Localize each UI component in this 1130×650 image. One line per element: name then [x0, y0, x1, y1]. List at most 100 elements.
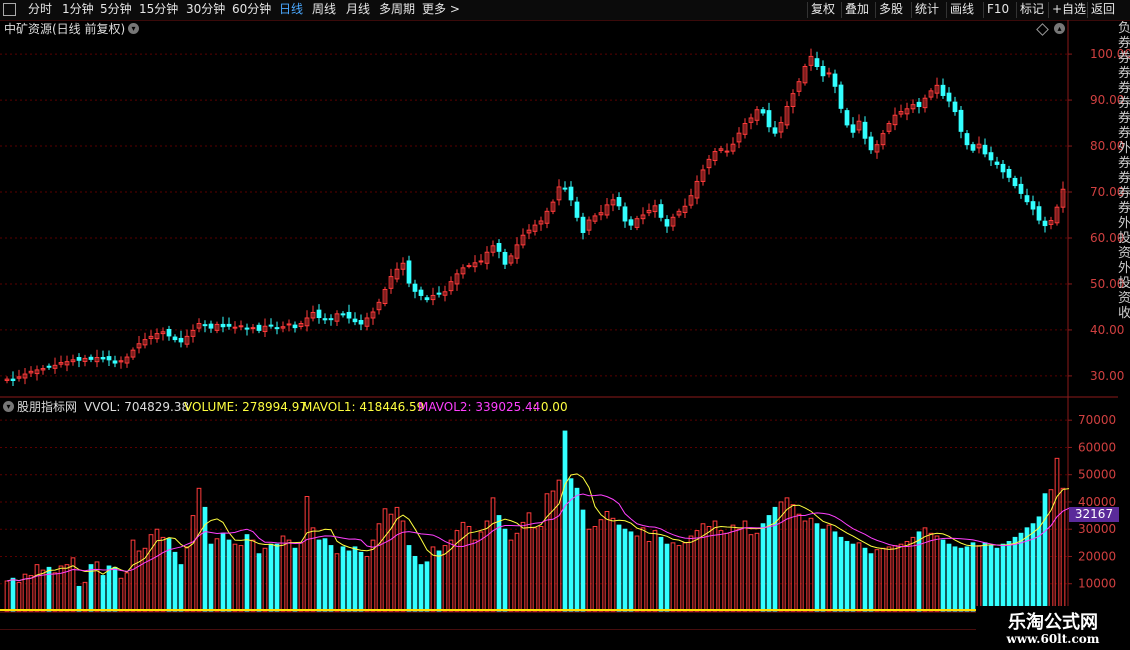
- candle-body: [418, 289, 424, 296]
- candle-body: [202, 324, 208, 327]
- volume-bar: [670, 542, 676, 612]
- candle-body: [10, 378, 16, 382]
- candle-body: [358, 320, 364, 325]
- volume-bar: [682, 542, 688, 612]
- volume-bar: [958, 547, 964, 612]
- volume-tick-label: 10000: [1078, 577, 1116, 591]
- volume-bar: [730, 524, 736, 612]
- candle-body: [982, 144, 988, 155]
- candle-body: [658, 204, 664, 218]
- volume-bar: [988, 545, 994, 612]
- volume-bar: [766, 515, 772, 612]
- candle-body: [850, 124, 856, 133]
- volume-bar: [706, 525, 712, 612]
- volume-bar: [574, 487, 580, 612]
- candle-body: [256, 324, 262, 331]
- strip-char: 资: [1118, 246, 1130, 261]
- candle-body: [1024, 195, 1030, 203]
- strip-char: 券: [1118, 36, 1130, 51]
- strip-char: 资: [1118, 291, 1130, 306]
- candle-body: [952, 101, 958, 113]
- volume-bar: [160, 536, 166, 612]
- candle-body: [268, 324, 274, 327]
- volume-bar: [16, 581, 22, 612]
- candle-body: [424, 297, 430, 301]
- candle-body: [244, 327, 250, 330]
- candle-body: [76, 357, 82, 361]
- strip-char: 券: [1118, 156, 1130, 171]
- volume-bar: [490, 497, 496, 612]
- volume-bar: [592, 525, 598, 612]
- strip-char: 券: [1118, 81, 1130, 96]
- price-chart[interactable]: 100.0090.0080.0070.0060.0050.0040.0030.0…: [0, 0, 1130, 630]
- candle-body: [988, 152, 994, 161]
- volume-bar: [262, 547, 268, 612]
- volume-bar: [904, 540, 910, 612]
- volume-bar: [208, 543, 214, 612]
- volume-bar: [382, 508, 388, 612]
- volume-bar: [472, 539, 478, 612]
- volume-bar: [1000, 543, 1006, 612]
- volume-bar: [52, 572, 58, 612]
- volume-bar: [370, 539, 376, 612]
- volume-bar: [802, 520, 808, 612]
- volume-bar: [190, 515, 196, 612]
- volume-bar: [694, 530, 700, 612]
- volume-bar: [406, 545, 412, 612]
- volume-bar: [964, 546, 970, 612]
- volume-bar: [892, 545, 898, 612]
- vvol-value: VVOL: 704829.38: [84, 400, 190, 414]
- candle-body: [616, 197, 622, 207]
- volume-bar: [1060, 487, 1066, 612]
- volume-bar: [4, 580, 10, 612]
- volume-bar: [652, 530, 658, 612]
- volume-bar: [412, 555, 418, 612]
- volume-bar: [952, 546, 958, 612]
- candle-body: [1012, 177, 1018, 187]
- volume-bar: [124, 572, 130, 612]
- candle-body: [1042, 220, 1048, 227]
- candle-body: [622, 206, 628, 222]
- watermark: 乐淘公式网 www.60lt.com: [976, 606, 1130, 650]
- volume-bar: [838, 536, 844, 612]
- candle-body: [1000, 163, 1006, 173]
- mavol2-value: MAVOL2: 339025.44: [418, 400, 541, 414]
- volume-dropdown-icon[interactable]: ▾: [3, 401, 14, 412]
- strip-char: 投: [1118, 276, 1130, 291]
- candle-body: [316, 309, 322, 319]
- volume-bar: [1018, 532, 1024, 612]
- candle-body: [466, 265, 472, 268]
- strip-char: 券: [1118, 66, 1130, 81]
- volume-bar: [862, 547, 868, 612]
- candle-body: [178, 337, 184, 343]
- volume-bar: [442, 545, 448, 612]
- volume-bar: [688, 535, 694, 612]
- candle-body: [502, 251, 508, 265]
- candle-body: [574, 201, 580, 218]
- strip-char: 收: [1118, 306, 1130, 321]
- volume-bar: [1030, 523, 1036, 612]
- volume-bar: [928, 532, 934, 612]
- candle-body: [916, 101, 922, 108]
- volume-bar: [82, 581, 88, 612]
- volume-bar: [910, 536, 916, 612]
- volume-bar: [280, 535, 286, 612]
- volume-tick-label: 30000: [1078, 522, 1116, 536]
- volume-bar: [28, 575, 34, 612]
- volume-bar: [238, 545, 244, 612]
- volume-bar: [1054, 457, 1060, 612]
- volume-bar: [520, 521, 526, 612]
- volume-bar: [922, 527, 928, 612]
- volume-bar: [112, 566, 118, 612]
- volume-bar: [232, 543, 238, 612]
- volume-bar: [844, 540, 850, 612]
- candle-body: [844, 110, 850, 126]
- volume-bar: [982, 542, 988, 612]
- candle-body: [1018, 183, 1024, 194]
- candle-body: [226, 323, 232, 327]
- volume-bar: [658, 536, 664, 612]
- candle-body: [352, 318, 358, 323]
- volume-bar: [496, 515, 502, 612]
- candle-body: [970, 144, 976, 151]
- volume-bar: [856, 542, 862, 612]
